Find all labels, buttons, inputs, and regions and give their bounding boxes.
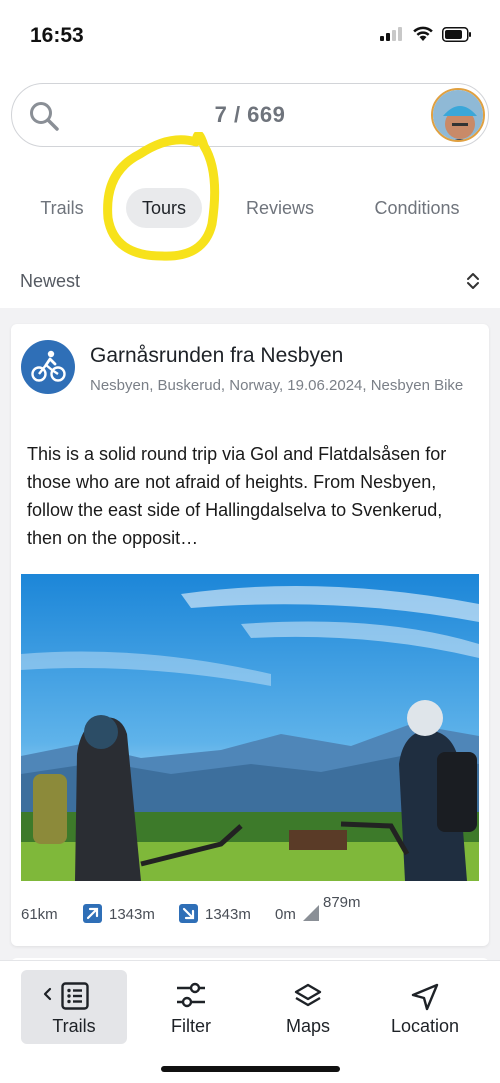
avatar[interactable]: [431, 88, 485, 142]
tour-card[interactable]: Garnåsrunden fra Nesbyen Nesbyen, Busker…: [11, 324, 489, 946]
ascent-icon: [83, 904, 102, 923]
bike-badge: [21, 340, 75, 394]
nav-trails-label: Trails: [52, 1016, 96, 1036]
cellular-signal-icon: [380, 27, 402, 41]
segment-tabs: Trails Tours Reviews Conditions: [0, 182, 500, 234]
nav-maps-label: Maps: [285, 1016, 330, 1036]
search-bar[interactable]: 7 / 669: [11, 83, 489, 147]
stat-max-elevation: 879m: [323, 894, 361, 911]
tour-title[interactable]: Garnåsrunden fra Nesbyen: [90, 344, 343, 368]
back-chevron-icon: [43, 987, 52, 1001]
sort-row[interactable]: Newest: [0, 256, 500, 304]
list-icon: [61, 982, 89, 1010]
tab-tours[interactable]: Tours: [126, 188, 202, 228]
nav-filter[interactable]: Filter: [138, 970, 244, 1044]
battery-icon: [442, 26, 471, 42]
tab-reviews[interactable]: Reviews: [230, 188, 330, 228]
bottom-nav: Trails Filter Maps Location: [0, 960, 500, 1083]
stat-ascent: 1343m: [109, 906, 155, 923]
tab-conditions[interactable]: Conditions: [362, 188, 472, 228]
tab-trails[interactable]: Trails: [22, 188, 102, 228]
sort-chevron-updown-icon[interactable]: [464, 270, 482, 292]
elevation-icon: [303, 905, 319, 921]
layers-icon: [294, 983, 322, 1007]
nav-trails[interactable]: Trails: [21, 970, 127, 1044]
filter-sliders-icon: [177, 982, 205, 1008]
descent-icon: [179, 904, 198, 923]
tour-photo-image: [21, 574, 479, 881]
mountain-bike-icon: [31, 350, 66, 382]
sort-label: Newest: [20, 271, 81, 291]
stat-distance: 61km: [21, 906, 58, 923]
home-indicator: [161, 1066, 340, 1072]
nav-location[interactable]: Location: [372, 970, 478, 1044]
nav-filter-label: Filter: [171, 1016, 211, 1036]
avatar-image: [433, 90, 483, 140]
nav-maps[interactable]: Maps: [255, 970, 361, 1044]
tour-description: This is a solid round trip via Gol and F…: [27, 444, 447, 548]
tour-stats: 61km 1343m 1343m 0m 879m: [21, 894, 481, 930]
stat-min-elevation: 0m: [275, 906, 296, 923]
stat-descent: 1343m: [205, 906, 251, 923]
nav-location-label: Location: [390, 1016, 460, 1036]
tour-photo[interactable]: [21, 574, 479, 881]
wifi-icon: [413, 26, 433, 41]
tour-meta: Nesbyen, Buskerud, Norway, 19.06.2024, N…: [90, 377, 464, 394]
status-time: 16:53: [30, 24, 84, 47]
status-bar: 16:53: [0, 0, 500, 70]
top-area: 7 / 669 Trails Tours Reviews Conditions …: [0, 70, 500, 308]
status-icons: [380, 26, 472, 42]
search-result-count: 7 / 669: [214, 102, 286, 127]
location-arrow-icon: [411, 983, 439, 1011]
